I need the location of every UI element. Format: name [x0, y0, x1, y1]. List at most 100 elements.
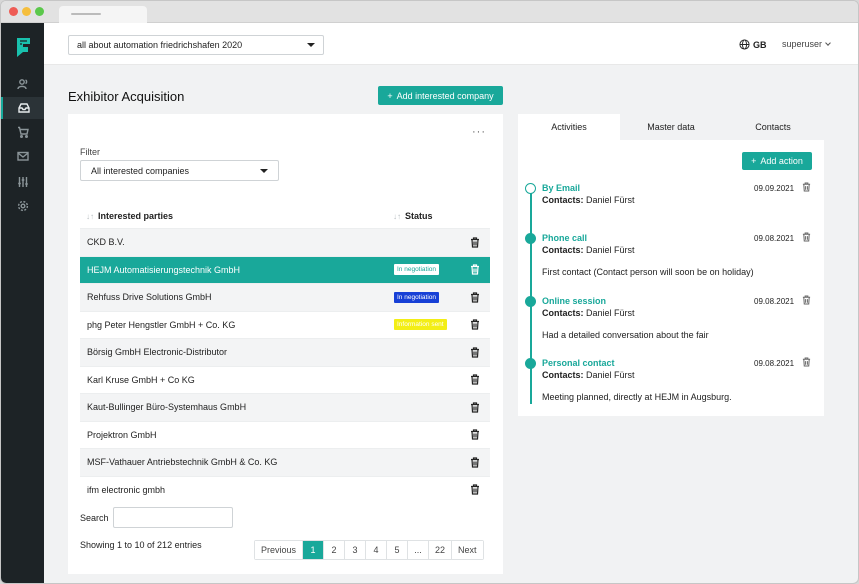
contacts-label: Contacts: [542, 195, 584, 205]
activity-type[interactable]: Online session [542, 296, 606, 306]
trash-icon[interactable] [470, 402, 480, 413]
trash-icon[interactable] [470, 484, 480, 495]
sidebar [1, 23, 44, 583]
trash-icon[interactable] [470, 292, 480, 303]
activity-note: Meeting planned, directly at HEJM in Aug… [542, 392, 732, 402]
status-badge: Information sent [394, 319, 447, 331]
add-interested-company-button[interactable]: + Add interested company [378, 86, 503, 105]
chevron-down-icon [307, 43, 315, 47]
activity-contact: Contacts: Daniel Fürst [542, 195, 635, 205]
pagination: Previous 1 2 3 4 5 ... 22 Next [254, 540, 484, 560]
activity-date: 09.09.2021 [754, 184, 795, 193]
trash-icon[interactable] [470, 429, 480, 440]
trash-icon[interactable] [802, 232, 812, 243]
table-row[interactable]: Projektron GmbH [80, 420, 490, 449]
tab-activities[interactable]: Activities [518, 114, 620, 140]
activity-date: 09.08.2021 [754, 359, 795, 368]
sidebar-item-inbox[interactable] [1, 97, 44, 119]
table-row[interactable]: Rehfuss Drive Solutions GmbH In negotiat… [80, 283, 490, 311]
search-input[interactable] [113, 507, 233, 528]
table-row[interactable]: HEJM Automatisierungstechnik GmbH In neg… [80, 255, 490, 283]
event-select[interactable]: all about automation friedrichshafen 202… [68, 35, 324, 55]
add-company-label: Add interested company [396, 90, 494, 101]
trash-icon[interactable] [470, 347, 480, 358]
sidebar-item-users[interactable] [1, 73, 44, 95]
filter-label: Filter [80, 147, 100, 157]
globe-icon [739, 39, 750, 50]
page-button-2[interactable]: 2 [323, 541, 345, 559]
trash-icon[interactable] [470, 237, 480, 248]
table-row[interactable]: phg Peter Hengstler GmbH + Co. KG Inform… [80, 310, 490, 339]
sidebar-item-settings[interactable] [1, 195, 44, 217]
add-action-button[interactable]: + Add action [742, 152, 812, 170]
inbox-icon [17, 103, 30, 113]
tab-title-placeholder [71, 13, 101, 15]
page-button-22[interactable]: 22 [428, 541, 452, 559]
timeline-dot [525, 233, 536, 244]
language-switcher[interactable]: GB [739, 39, 767, 50]
trash-icon[interactable] [802, 182, 812, 193]
page-button-3[interactable]: 3 [344, 541, 366, 559]
table-row[interactable]: Börsig GmbH Electronic-Distributor [80, 338, 490, 366]
column-label: Status [405, 211, 433, 221]
trash-icon[interactable] [470, 374, 480, 385]
browser-window: all about automation friedrichshafen 202… [0, 0, 859, 584]
plus-icon: + [751, 156, 757, 166]
column-label: Interested parties [98, 211, 174, 221]
activity-contact-name: Daniel Fürst [586, 370, 635, 380]
entries-info: Showing 1 to 10 of 212 entries [80, 540, 202, 550]
column-header-interested-parties[interactable]: ↓↑ Interested parties [86, 211, 173, 221]
sidebar-item-filters[interactable] [1, 171, 44, 193]
filter-select[interactable]: All interested companies [80, 160, 279, 181]
activity-note: First contact (Contact person will soon … [542, 267, 754, 277]
table-row[interactable]: Kaut-Bullinger Büro-Systemhaus GmbH [80, 393, 490, 421]
trash-icon[interactable] [470, 264, 480, 275]
sidebar-item-mail[interactable] [1, 145, 44, 167]
trash-icon[interactable] [470, 457, 480, 468]
trash-icon[interactable] [802, 295, 812, 306]
timeline-dot [525, 296, 536, 307]
table-row[interactable]: CKD B.V. [80, 228, 490, 256]
details-tabs: Activities Master data Contacts [518, 114, 824, 140]
activity-date: 09.08.2021 [754, 297, 795, 306]
user-menu[interactable]: superuser [782, 39, 831, 49]
maximize-window-button[interactable] [35, 7, 44, 16]
trash-icon[interactable] [470, 319, 480, 330]
sort-icon: ↓↑ [393, 211, 401, 221]
page-button-4[interactable]: 4 [365, 541, 387, 559]
companies-table-body: CKD B.V. HEJM Automatisierungstechnik Gm… [80, 228, 490, 503]
next-page-button[interactable]: Next [451, 541, 483, 559]
status-badge: In negotiation [394, 291, 440, 303]
activity-date: 09.08.2021 [754, 234, 795, 243]
status-badge: In negotiation [394, 264, 440, 276]
filter-select-value: All interested companies [91, 165, 190, 176]
table-row[interactable]: MSF-Vathauer Antriebstechnik GmbH & Co. … [80, 448, 490, 476]
trash-icon[interactable] [802, 357, 812, 368]
page-button-5[interactable]: 5 [386, 541, 408, 559]
activity-type[interactable]: Phone call [542, 233, 587, 243]
table-row[interactable]: ifm electronic gmbh [80, 475, 490, 504]
tab-master-data[interactable]: Master data [620, 114, 722, 140]
company-name: Börsig GmbH Electronic-Distributor [87, 347, 228, 358]
close-window-button[interactable] [9, 7, 18, 16]
more-options-icon[interactable]: ··· [472, 126, 486, 138]
company-name: Projektron GmbH [87, 429, 157, 440]
column-header-status[interactable]: ↓↑ Status [393, 211, 433, 221]
browser-tab[interactable] [59, 6, 147, 23]
activity-contact: Contacts: Daniel Fürst [542, 308, 635, 318]
activity-type[interactable]: By Email [542, 183, 580, 193]
settings-icon [17, 200, 28, 212]
activity-type[interactable]: Personal contact [542, 358, 615, 368]
company-name: phg Peter Hengstler GmbH + Co. KG [87, 319, 236, 330]
minimize-window-button[interactable] [22, 7, 31, 16]
search-label: Search [80, 513, 109, 523]
activity-contact-name: Daniel Fürst [586, 195, 635, 205]
details-panel: Activities Master data Contacts + Add ac… [518, 114, 824, 416]
table-row[interactable]: Karl Kruse GmbH + Co KG [80, 365, 490, 394]
sidebar-item-orders[interactable] [1, 121, 44, 143]
previous-page-button[interactable]: Previous [255, 541, 303, 559]
tab-contacts[interactable]: Contacts [722, 114, 824, 140]
activity-contact-name: Daniel Fürst [586, 308, 635, 318]
page-button-1[interactable]: 1 [302, 541, 324, 559]
contacts-label: Contacts: [542, 245, 584, 255]
